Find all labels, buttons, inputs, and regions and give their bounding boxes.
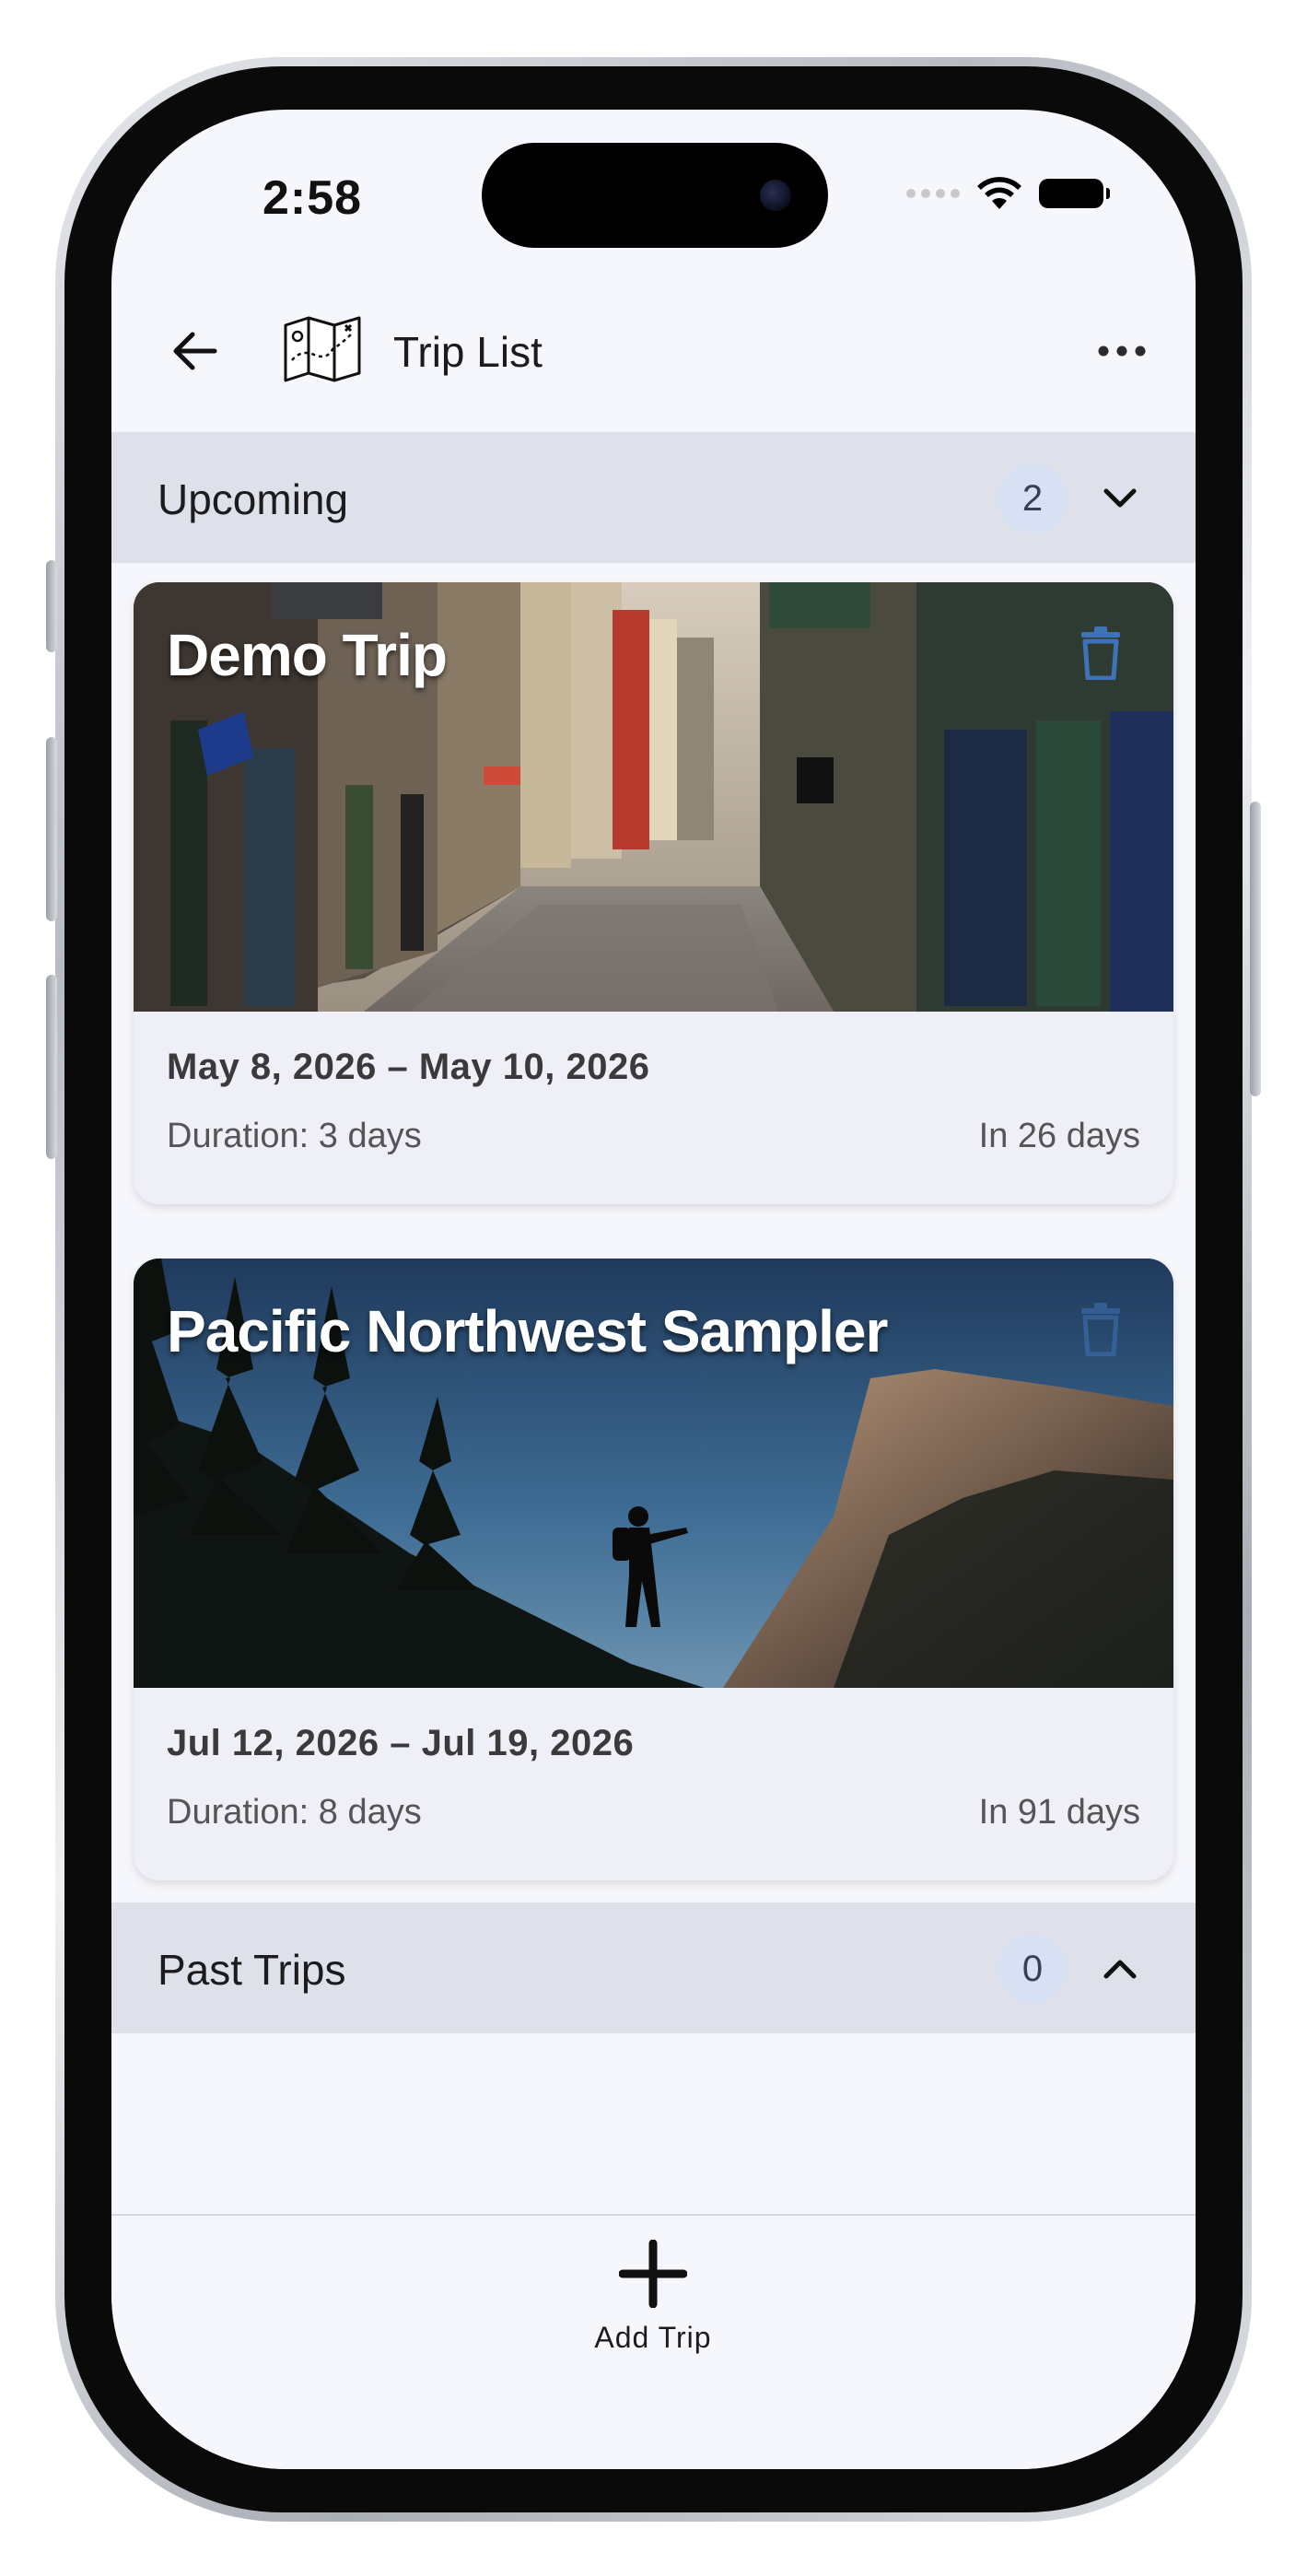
trip-cover-image: Pacific Northwest Sampler [134,1259,1173,1688]
arrow-left-icon [173,332,217,370]
trash-icon[interactable] [1078,625,1124,680]
side-button-volume-up [46,737,57,921]
wifi-icon [977,177,1021,209]
status-time: 2:58 [263,171,363,225]
trip-name: Demo Trip [167,622,448,688]
bottom-bar: Add Trip [111,2216,1196,2469]
trip-countdown: In 26 days [978,1117,1140,1155]
trip-duration: Duration: 8 days [167,1793,422,1832]
cellular-signal-icon [906,189,960,198]
section-header-upcoming[interactable]: Upcoming 2 [111,432,1196,563]
add-trip-label: Add Trip [594,2321,712,2354]
trip-countdown: In 91 days [978,1793,1140,1832]
screen: 2:58 Trip List Upcoming 2 Demo Trip May … [111,110,1196,2469]
battery-icon [1039,179,1110,208]
trip-card[interactable]: Demo Trip May 8, 2026 – May 10, 2026 Dur… [134,582,1173,1204]
trip-duration: Duration: 3 days [167,1117,422,1155]
side-button-volume-down [46,975,57,1159]
section-title: Upcoming [158,475,349,523]
trip-name: Pacific Northwest Sampler [167,1298,888,1364]
trip-dates: May 8, 2026 – May 10, 2026 [167,1047,650,1087]
side-button-power [1250,802,1261,1096]
count-badge: 0 [998,1934,1068,2004]
trip-cover-image: Demo Trip [134,582,1173,1012]
app-bar: Trip List [111,275,1196,432]
map-icon [284,316,361,382]
chevron-down-icon[interactable] [1092,471,1148,526]
plus-icon [619,2240,687,2308]
status-bar: 2:58 [111,110,1196,275]
trash-icon[interactable] [1078,1301,1124,1356]
dynamic-island [482,143,828,248]
chevron-up-icon[interactable] [1092,1941,1148,1996]
more-options-button[interactable] [1085,314,1159,388]
more-horizontal-icon [1098,345,1146,357]
add-trip-button[interactable]: Add Trip [561,2240,745,2378]
back-button[interactable] [158,314,231,388]
status-indicators [906,176,1110,211]
trip-card[interactable]: Pacific Northwest Sampler Jul 12, 2026 –… [134,1259,1173,1880]
section-title: Past Trips [158,1946,346,1994]
trip-dates: Jul 12, 2026 – Jul 19, 2026 [167,1723,635,1763]
camera-lens [760,180,791,211]
side-button-action [46,560,57,652]
section-header-past-trips[interactable]: Past Trips 0 [111,1903,1196,2033]
count-badge: 2 [998,463,1068,533]
page-title: Trip List [393,328,543,376]
